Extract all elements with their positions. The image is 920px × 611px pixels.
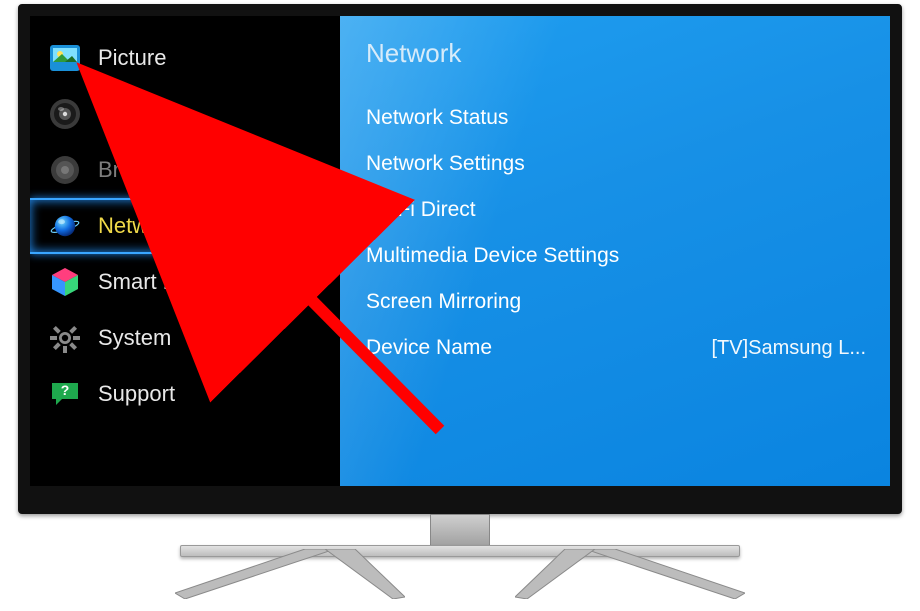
tv-stand-neck bbox=[430, 514, 490, 548]
sidebar-item-smart-hub[interactable]: Smart Hub bbox=[30, 254, 340, 310]
system-icon bbox=[48, 321, 82, 355]
support-icon: ? bbox=[48, 377, 82, 411]
panel-item-label: Network Settings bbox=[366, 152, 525, 176]
panel-item-device-name[interactable]: Device Name [TV]Samsung L... bbox=[366, 325, 866, 371]
sidebar-item-label: System bbox=[98, 325, 171, 351]
sidebar-item-system[interactable]: System bbox=[30, 310, 340, 366]
sidebar-item-label: Smart Hub bbox=[98, 269, 203, 295]
settings-panel: Network Network Status Network Settings … bbox=[340, 16, 890, 486]
sidebar-item-label: Broadcasting bbox=[98, 157, 226, 183]
picture-icon bbox=[48, 41, 82, 75]
tv-frame: Picture Sound Broadcasting bbox=[18, 4, 902, 514]
panel-item-value: [TV]Samsung L... bbox=[711, 337, 866, 360]
panel-item-label: Wi-Fi Direct bbox=[366, 198, 476, 222]
panel-item-label: Screen Mirroring bbox=[366, 290, 521, 314]
sidebar-item-label: Sound bbox=[98, 101, 162, 127]
panel-item-label: Network Status bbox=[366, 106, 508, 130]
broadcast-icon bbox=[48, 153, 82, 187]
panel-item-label: Multimedia Device Settings bbox=[366, 244, 619, 268]
panel-item-screen-mirroring[interactable]: Screen Mirroring bbox=[366, 279, 866, 325]
sidebar-item-label: Network bbox=[98, 213, 179, 239]
smarthub-icon bbox=[48, 265, 82, 299]
network-icon bbox=[48, 209, 82, 243]
sidebar-item-label: Picture bbox=[98, 45, 166, 71]
panel-title: Network bbox=[340, 16, 890, 79]
tv-brand-logo: SAMSUNG bbox=[426, 500, 493, 510]
panel-item-label: Device Name bbox=[366, 336, 492, 360]
svg-text:?: ? bbox=[61, 382, 70, 398]
tv-stand-leg-left bbox=[175, 549, 405, 599]
panel-item-multimedia-device-settings[interactable]: Multimedia Device Settings bbox=[366, 233, 866, 279]
sidebar-item-label: Support bbox=[98, 381, 175, 407]
panel-list: Network Status Network Settings Wi-Fi Di… bbox=[340, 85, 890, 371]
settings-sidebar: Picture Sound Broadcasting bbox=[30, 16, 340, 486]
sidebar-item-network[interactable]: Network bbox=[30, 198, 340, 254]
panel-item-network-status[interactable]: Network Status bbox=[366, 95, 866, 141]
sidebar-item-picture[interactable]: Picture bbox=[30, 30, 340, 86]
sidebar-item-support[interactable]: ? Support bbox=[30, 366, 340, 422]
panel-item-network-settings[interactable]: Network Settings bbox=[366, 141, 866, 187]
sidebar-item-broadcasting[interactable]: Broadcasting bbox=[30, 142, 340, 198]
tv-stand-leg-right bbox=[515, 549, 745, 599]
sidebar-item-sound[interactable]: Sound bbox=[30, 86, 340, 142]
sound-icon bbox=[48, 97, 82, 131]
panel-item-wifi-direct[interactable]: Wi-Fi Direct bbox=[366, 187, 866, 233]
tv-screen: Picture Sound Broadcasting bbox=[30, 16, 890, 486]
